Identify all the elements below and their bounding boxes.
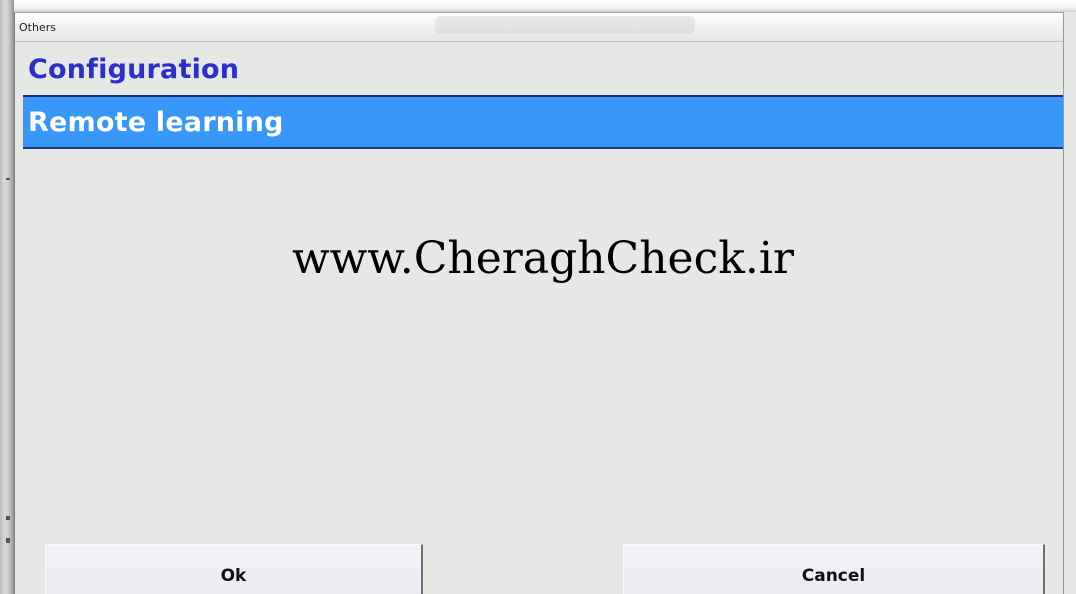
window-title: Others xyxy=(19,21,56,34)
configuration-title: Configuration xyxy=(28,54,240,85)
configuration-header: Configuration xyxy=(23,43,1063,97)
cancel-button[interactable]: Cancel xyxy=(623,544,1045,594)
watermark-text: www.CheraghCheck.ir xyxy=(291,233,794,284)
title-bar-highlight xyxy=(435,16,695,34)
title-bar[interactable]: Others xyxy=(15,13,1063,42)
remote-learning-item[interactable]: Remote learning xyxy=(23,97,1063,149)
edge-mark xyxy=(6,538,10,543)
edge-mark xyxy=(6,178,10,180)
desktop-top-edge xyxy=(0,0,1076,12)
remote-learning-label: Remote learning xyxy=(28,107,284,138)
others-dialog: Others Configuration Remote learning www… xyxy=(14,12,1064,594)
desktop-left-edge xyxy=(0,0,14,594)
ok-button[interactable]: Ok xyxy=(45,544,423,594)
edge-mark xyxy=(6,516,10,520)
screen: Others Configuration Remote learning www… xyxy=(0,0,1076,594)
content-area: www.CheraghCheck.ir xyxy=(23,149,1063,529)
